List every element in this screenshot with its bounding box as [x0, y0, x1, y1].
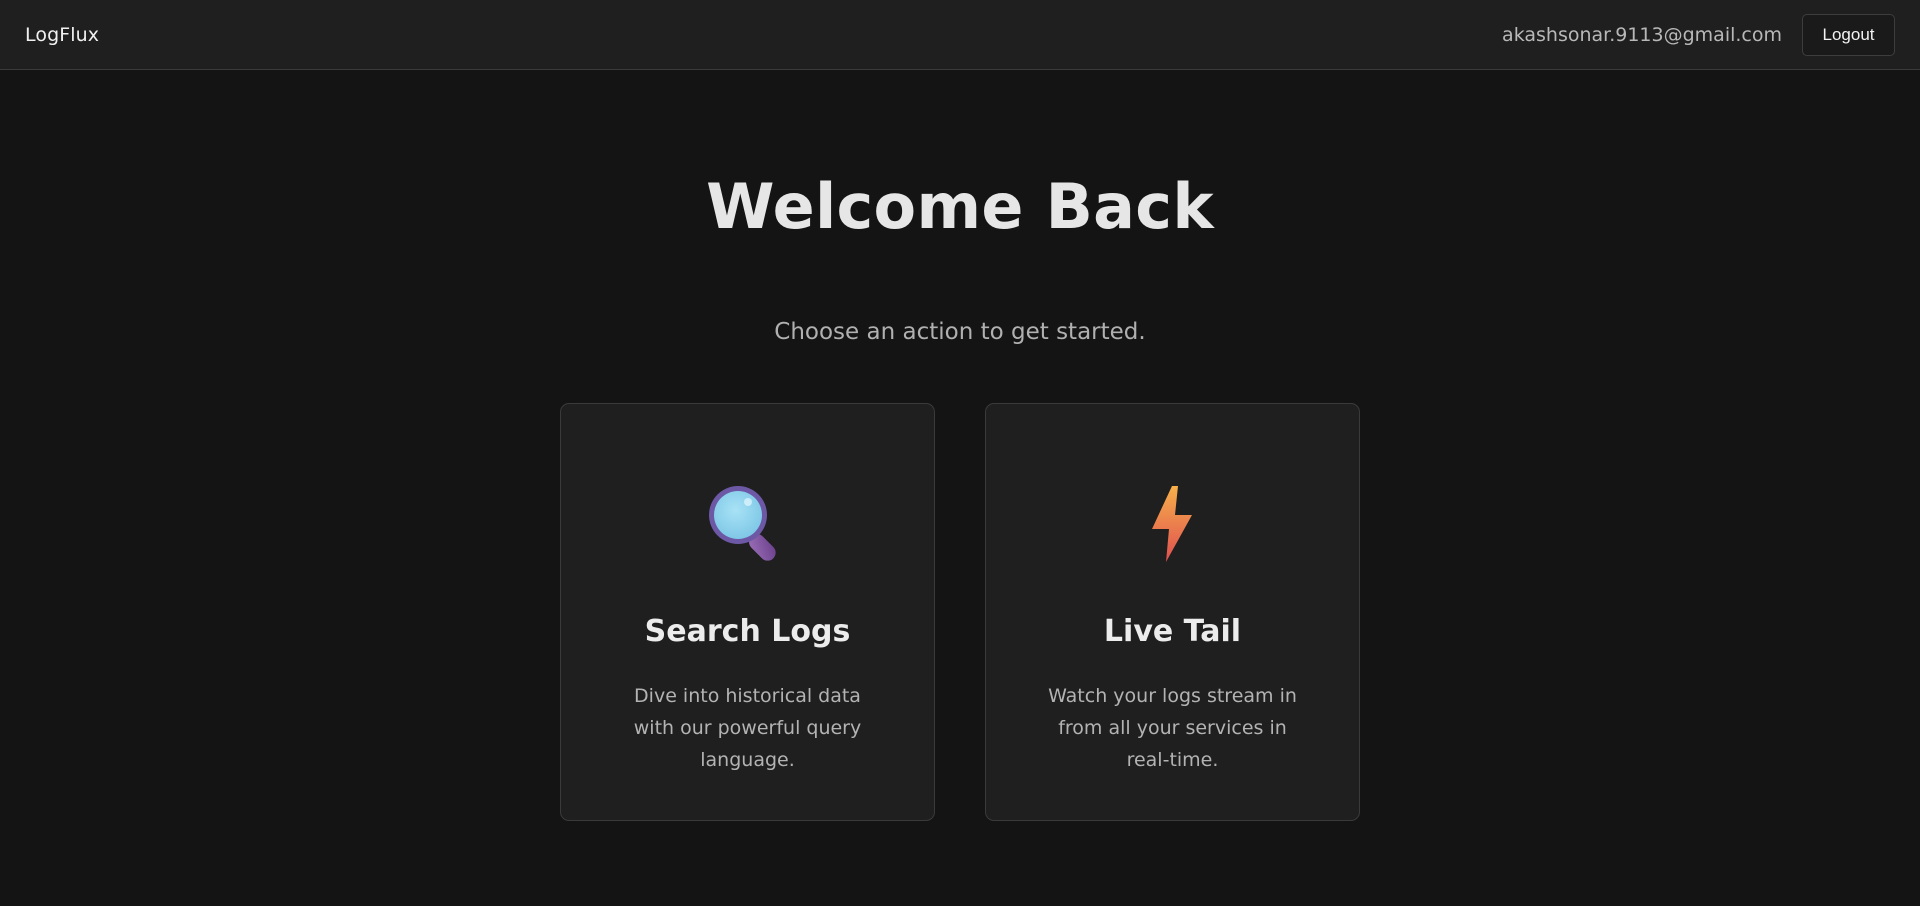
card-title: Search Logs: [644, 614, 851, 649]
logout-button[interactable]: Logout: [1802, 13, 1895, 56]
live-tail-card[interactable]: Live Tail Watch your logs stream in from…: [985, 403, 1360, 821]
main-content: Welcome Back Choose an action to get sta…: [0, 71, 1920, 906]
card-description: Watch your logs stream in from all your …: [1048, 685, 1297, 771]
user-email: akashsonar.9113@gmail.com: [1502, 23, 1782, 46]
card-description: Dive into historical data with our power…: [633, 685, 862, 771]
page-title: Welcome Back: [706, 170, 1214, 243]
search-logs-card[interactable]: Search Logs Dive into historical data wi…: [560, 403, 935, 821]
top-navbar: LogFlux akashsonar.9113@gmail.com Logout: [0, 0, 1920, 70]
brand-logo-text[interactable]: LogFlux: [25, 24, 99, 46]
page-subtitle: Choose an action to get started.: [774, 319, 1146, 345]
card-title: Live Tail: [1103, 614, 1242, 649]
lightning-bolt-icon: [986, 484, 1359, 564]
user-area: akashsonar.9113@gmail.com Logout: [1502, 13, 1895, 56]
magnifying-glass-icon: [561, 484, 934, 564]
